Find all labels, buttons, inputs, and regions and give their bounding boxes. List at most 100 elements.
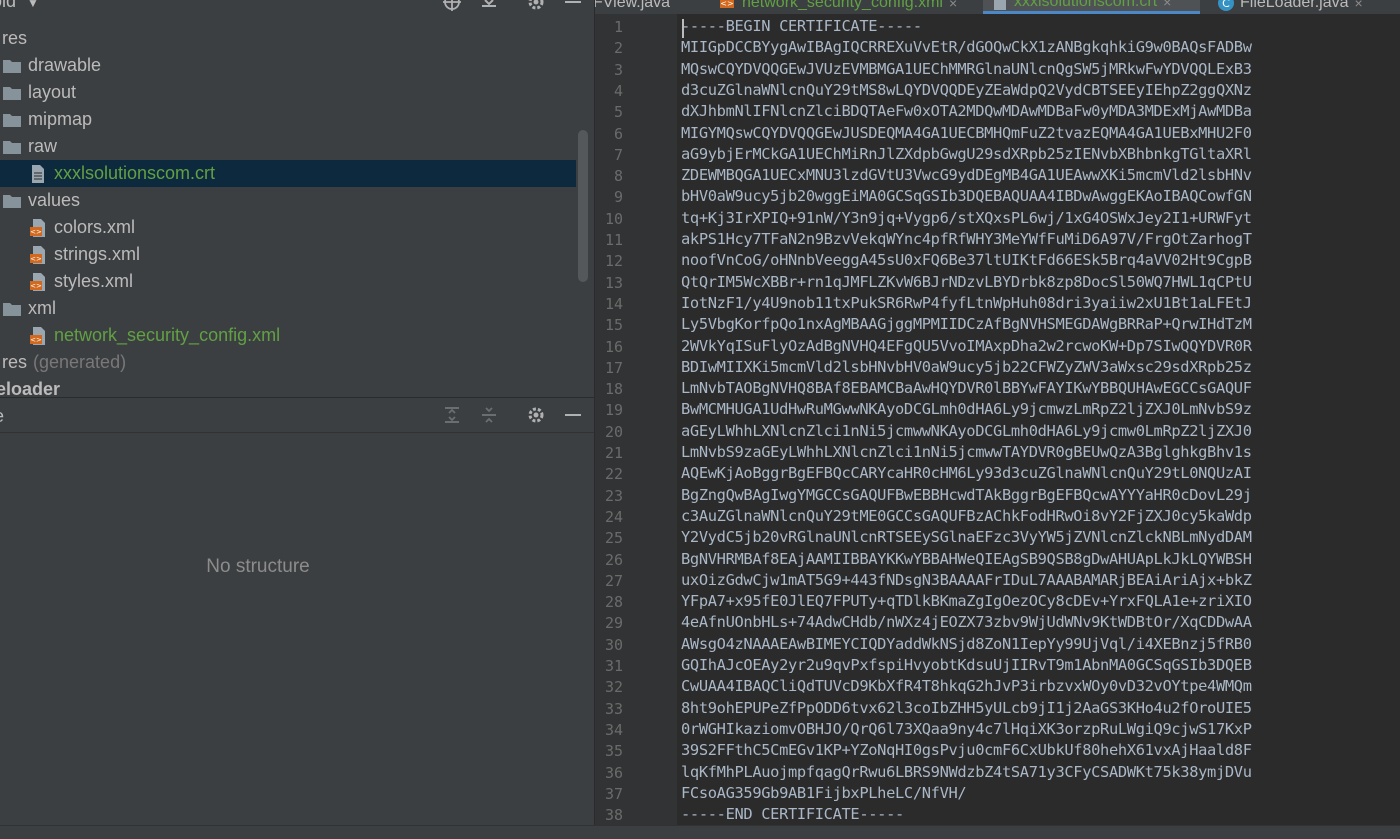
line-number: 32	[604, 678, 623, 697]
class-icon: C	[1217, 0, 1235, 12]
file-icon	[28, 164, 48, 184]
line-number: 20	[604, 422, 623, 441]
line-number: 29	[604, 614, 623, 633]
line-number: 26	[604, 550, 623, 569]
line-number: 28	[604, 593, 623, 612]
line-number: 15	[604, 316, 623, 335]
code-line: AQEwKjAoBggrBgEFBQcCARYcaHR0cHM6Ly93d3cu…	[681, 464, 1252, 483]
tree-item-label: res	[2, 28, 28, 48]
line-number: 9	[613, 188, 623, 207]
editor-area: FView.java <> network_security_config.xm…	[595, 0, 1400, 839]
tree-item-mipmap[interactable]: mipmap	[0, 106, 576, 133]
code-line: c3AuZGlnaWNlcnQuY29tME0GCCsGAQUFBzAChkFo…	[681, 506, 1252, 525]
svg-text:<>: <>	[30, 336, 42, 344]
tree-item-label: colors.xml	[54, 217, 136, 237]
code-line: AWsgO4zNAAAEAwBIMEYCIQDYaddWkNSjd8ZoN1Ie…	[681, 634, 1252, 653]
code-line: MIIGpDCCBYygAwIBAgIQCRREXuVvEtR/dGOQwCkX…	[681, 38, 1252, 57]
file-icon	[991, 0, 1009, 11]
code-line: LmNvbS9zaGEyLWhhLXNlcnZlci1nNi5jcmwwTAYD…	[681, 443, 1252, 461]
empty-state-text: No structure	[206, 556, 310, 577]
tree-scrollbar[interactable]	[578, 130, 588, 282]
code-line: BwMCMHUGA1UdHwRuMGwwNKAyoDCGLmh0dHA6Ly9j…	[681, 400, 1252, 419]
minimize-icon[interactable]	[562, 404, 584, 426]
tab-label: FileLoader.java	[1240, 0, 1349, 11]
tab-label: xxxlsolutionscom.crt	[1014, 0, 1158, 10]
line-number: 3	[613, 60, 623, 79]
code-line: FCsoAG359Gb9AB1FijbxPLheLC/NfVH/	[681, 783, 967, 802]
close-icon[interactable]: ×	[949, 0, 957, 11]
code-line: 4eAfnUOnbHLs+74AdwCHdb/nWXz4jEOZX73zbv9W…	[681, 613, 1252, 632]
code-line: dXJhbmNlIFNlcnZlciBDQTAeFw0xOTA2MDQwMDAw…	[681, 102, 1252, 121]
code-line: IotNzF1/y4U9nob11txPukSR6RwP4fyfLtnWpHuh…	[681, 293, 1252, 312]
line-number: 19	[604, 401, 623, 420]
code-line: -----END CERTIFICATE-----	[681, 805, 904, 824]
tab-fview-java[interactable]: FView.java	[595, 0, 711, 14]
line-number: 31	[604, 657, 623, 675]
code-line: d3cuZGlnaWNlcnQuY29tMS8wLQYDVQQDEyZEaWdp…	[681, 80, 1252, 99]
tree-item-colors-xml[interactable]: <> colors.xml	[0, 214, 576, 241]
tab-fileloader-java[interactable]: C FileLoader.java ×	[1211, 0, 1400, 14]
minimize-icon[interactable]	[562, 0, 584, 13]
tree-item-res[interactable]: res	[0, 25, 576, 52]
folder-icon	[2, 299, 22, 319]
tree-item-layout[interactable]: layout	[0, 79, 576, 106]
code-line: 8ht9ohEPUPeZfPpODD6tvx62l3coIbZHH5yULcb9…	[681, 698, 1252, 717]
folder-icon	[2, 191, 22, 211]
project-tool-window: old ▼ res drawable layout mipmap	[0, 0, 594, 839]
line-number: 13	[604, 273, 623, 292]
code-line: akPS1Hcy7TFaN2n9BzvVekqWYnc4pfRfWHY3MeYW…	[681, 230, 1252, 248]
gear-icon[interactable]	[525, 0, 547, 13]
tree-item-xml[interactable]: xml	[0, 295, 576, 322]
line-number: 37	[604, 784, 623, 803]
tree-item-raw[interactable]: raw	[0, 133, 576, 160]
tree-item-crt-file[interactable]: xxxlsolutionscom.crt	[0, 160, 576, 187]
folder-icon	[2, 56, 22, 76]
collapse-all-icon[interactable]	[478, 404, 500, 426]
tree-item-drawable[interactable]: drawable	[0, 52, 576, 79]
tree-item-label: drawable	[28, 55, 102, 75]
tree-item-network-security-config[interactable]: <> network_security_config.xml	[0, 322, 576, 349]
folder-icon	[2, 137, 22, 157]
tab-crt-file[interactable]: xxxlsolutionscom.crt ×	[983, 0, 1200, 14]
text-caret	[682, 19, 684, 38]
line-number: 22	[604, 465, 623, 484]
line-number: 11	[604, 231, 623, 249]
xml-file-icon: <>	[719, 0, 737, 12]
line-number: 4	[613, 81, 623, 100]
tab-network-security-config[interactable]: <> network_security_config.xml ×	[713, 0, 975, 14]
code-line: uxOizGdwCjw1mAT5G9+443fNDsgN3BAAAAFrIDuL…	[681, 570, 1252, 589]
line-number: 18	[604, 380, 623, 399]
tree-item-values[interactable]: values	[0, 187, 576, 214]
code-line: BgNVHRMBAf8EAjAAMIIBBAYKKwYBBAHWeQIEAgSB…	[681, 549, 1252, 568]
xml-file-icon: <>	[28, 272, 48, 292]
gear-icon[interactable]	[525, 404, 547, 426]
line-number: 33	[604, 699, 623, 718]
tree-item-res-generated[interactable]: res (generated)	[0, 349, 576, 376]
line-number: 6	[613, 124, 623, 143]
code-line: noofVnCoG/oHNnbVeeggA45sU0xFQ6Be37ltUIKt…	[681, 251, 1252, 270]
tree-item-strings-xml[interactable]: <> strings.xml	[0, 241, 576, 268]
code-line: -----BEGIN CERTIFICATE-----	[681, 17, 922, 35]
line-number: 14	[604, 294, 623, 313]
code-line: YFpA7+x95fE0JlEQ7FPUTy+qTDlkBKmaZgIgOezO…	[681, 592, 1252, 611]
line-number: 2	[613, 39, 623, 58]
line-number: 36	[604, 763, 623, 782]
collapse-all-icon[interactable]	[478, 0, 500, 13]
close-icon[interactable]: ×	[1355, 0, 1363, 11]
project-view-selector[interactable]: old ▼	[0, 0, 39, 12]
line-number: 24	[604, 507, 623, 526]
close-icon[interactable]: ×	[1163, 0, 1171, 10]
project-panel-header: old ▼	[0, 0, 594, 14]
tree-item-styles-xml[interactable]: <> styles.xml	[0, 268, 576, 295]
xml-file-icon: <>	[28, 326, 48, 346]
code-line: ZDEWMBQGA1UECxMNU3lzdGVtU3VwcG9ydDEgMB4G…	[681, 166, 1252, 185]
folder-icon	[2, 83, 22, 103]
svg-text:<>: <>	[30, 255, 42, 263]
expand-all-icon[interactable]	[441, 404, 463, 426]
structure-panel-title: e	[0, 406, 4, 427]
code-editor[interactable]: -----BEGIN CERTIFICATE----- MIIGpDCCBYygA…	[677, 14, 1400, 825]
code-line: lqKfMhPLAuojmpfqagQrRwu6LBRS9NWdzbZ4tSA7…	[681, 762, 1252, 781]
code-line: BgZngQwBAgIwgYMGCCsGAQUFBwEBBHcwdTAkBggr…	[681, 485, 1252, 504]
locate-icon[interactable]	[441, 0, 463, 13]
project-view-label: old	[0, 0, 17, 11]
